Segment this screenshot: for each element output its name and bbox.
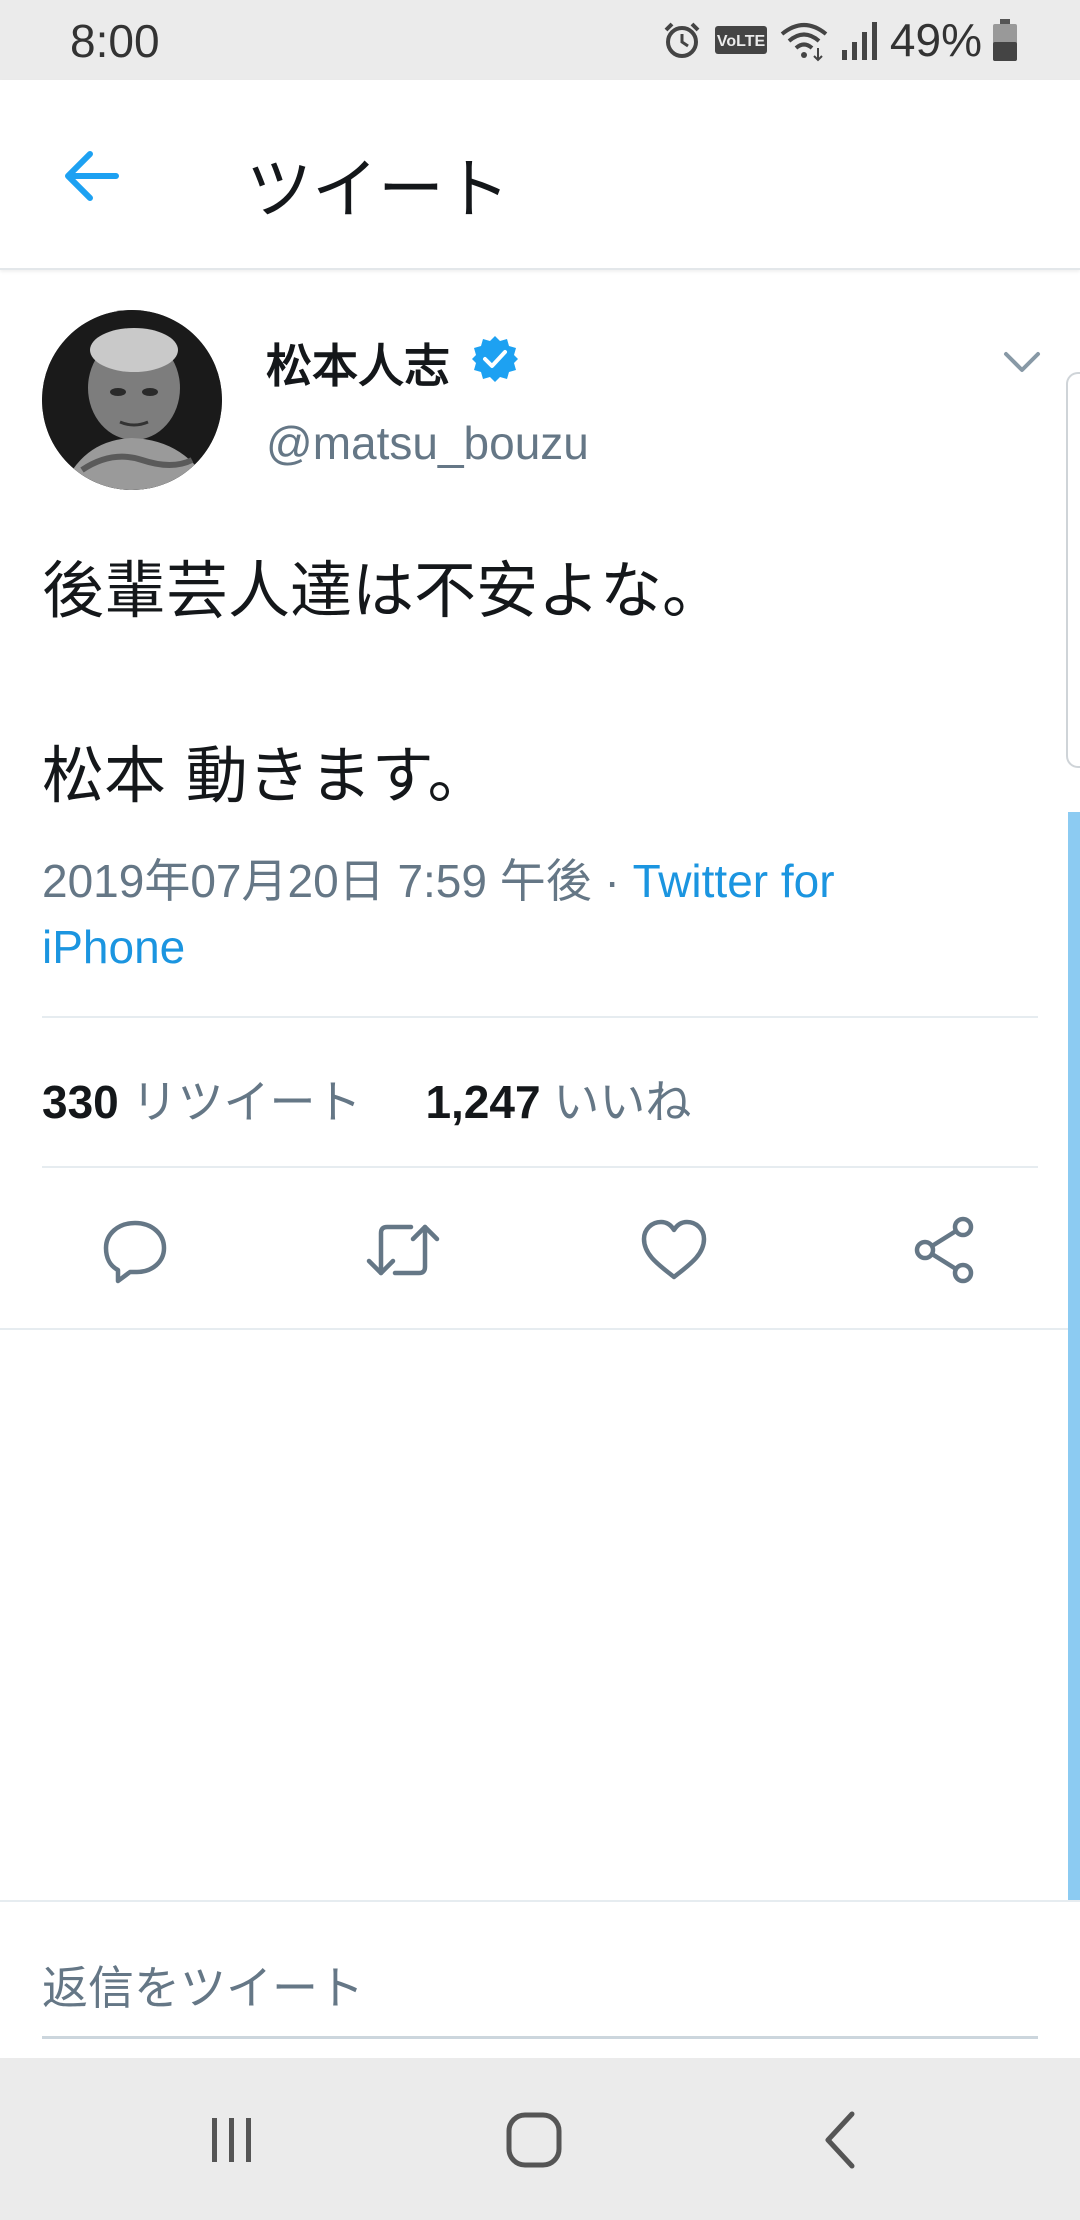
like-label: いいね [553,1076,692,1128]
like-stat[interactable]: 1,247 いいね [425,1076,691,1128]
status-icons: VoLTE 49% [660,14,1018,66]
retweet-icon [366,1224,440,1276]
volte-icon: VoLTE [714,26,767,54]
reply-input-underline [42,2036,1038,2039]
divider [42,1016,1038,1018]
status-time: 8:00 [70,15,160,67]
share-button[interactable] [904,1210,984,1290]
chevron-down-icon[interactable] [1000,340,1044,384]
like-button[interactable] [634,1210,714,1290]
home-button[interactable] [494,2104,574,2176]
wifi-icon [780,23,828,62]
share-icon [914,1216,974,1284]
back-button[interactable] [56,140,128,212]
signal-icon [841,22,877,60]
scroll-track[interactable] [1066,372,1080,768]
like-count: 1,247 [425,1076,541,1128]
back-icon [825,2111,855,2169]
home-icon [506,2112,562,2168]
nav-back-button[interactable] [800,2104,880,2176]
status-bar: 8:00 VoLTE 49% [0,0,1080,80]
verified-badge-icon [472,336,518,382]
like-icon [641,1219,707,1280]
tweet-text-line1: 後輩芸人達は不安よな。 [42,554,725,627]
retweet-count: 330 [42,1076,119,1128]
divider [0,1328,1080,1330]
tweet-stats: 330 リツイート 1,247 いいね [42,1066,691,1132]
tweet-actions [0,1210,1080,1290]
divider [0,1900,1080,1902]
avatar-photo [42,310,222,490]
recent-apps-button[interactable] [192,2104,272,2176]
tweet-timestamp: 2019年07月20日 7:59 午後 [42,855,592,907]
page-title: ツイート [246,151,510,228]
divider [42,1166,1038,1168]
retweet-button[interactable] [363,1210,443,1290]
retweet-label: リツイート [131,1076,362,1128]
battery-percent: 49% [889,14,982,66]
recent-apps-icon [212,2118,251,2162]
tweet-text-line2: 松本 動きます。 [42,739,490,812]
tweet-meta: 2019年07月20日 7:59 午後 · Twitter for iPhone [42,848,972,980]
alarm-icon [664,22,700,58]
header: ツイート [0,80,1080,270]
arrow-left-icon [65,151,119,201]
reply-icon [103,1220,167,1284]
avatar[interactable] [42,310,222,490]
navigation-bar [0,2058,1080,2220]
svg-text:VoLTE: VoLTE [717,33,766,50]
meta-separator: · [591,855,633,907]
author-handle[interactable]: @matsu_bouzu [266,416,589,470]
retweet-stat[interactable]: 330 リツイート [42,1076,362,1128]
reply-button[interactable] [95,1210,175,1290]
scrollbar-thumb[interactable] [1068,812,1080,1900]
reply-input[interactable]: 返信をツイート [42,1952,364,2018]
author-name[interactable]: 松本人志 [266,330,450,396]
battery-icon [993,19,1017,61]
